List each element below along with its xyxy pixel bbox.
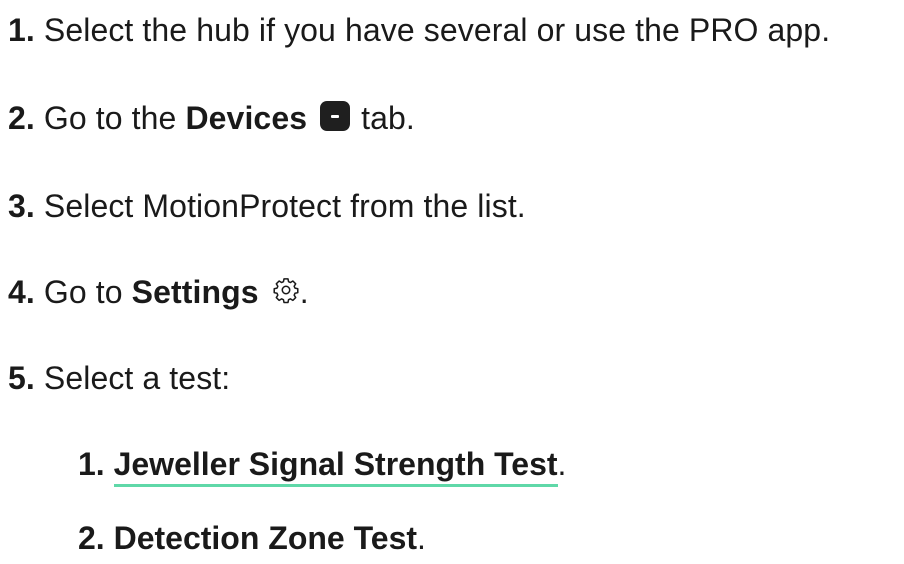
settings-label: Settings: [131, 274, 259, 310]
step-text: Select a test:: [43, 360, 231, 396]
step-number: 3.: [8, 188, 35, 224]
jeweller-signal-strength-test-link[interactable]: Jeweller Signal Strength Test: [113, 446, 558, 487]
step-text: Go to the: [43, 100, 177, 136]
step-text-end: .: [299, 274, 309, 310]
step-number: 2.: [8, 100, 35, 136]
step-text-end: tab.: [361, 100, 415, 136]
step-4: 4. Go to Settings .: [8, 272, 309, 312]
devices-tab-icon: [320, 101, 351, 131]
detection-zone-test-link[interactable]: Detection Zone Test: [114, 520, 417, 556]
step-number: 1.: [8, 12, 35, 48]
test-item-jeweller: 1. Jeweller Signal Strength Test.: [78, 444, 567, 487]
step-number: 5.: [8, 360, 35, 396]
test-number: 1.: [78, 446, 105, 482]
step-5: 5. Select a test:: [8, 358, 230, 398]
step-text: Select MotionProtect from the list.: [43, 188, 526, 224]
test-number: 2.: [78, 520, 105, 556]
step-text: Select the hub if you have several or us…: [43, 12, 831, 48]
step-text: Go to: [43, 274, 123, 310]
step-2: 2. Go to the Devices tab.: [8, 98, 415, 138]
test-item-end: .: [417, 520, 426, 556]
test-item-end: .: [557, 446, 567, 482]
step-1: 1. Select the hub if you have several or…: [8, 10, 830, 50]
step-number: 4.: [8, 274, 35, 310]
devices-label: Devices: [185, 100, 308, 136]
test-item-detection-zone: 2. Detection Zone Test.: [78, 518, 426, 558]
step-3: 3. Select MotionProtect from the list.: [8, 186, 526, 226]
gear-icon: [273, 278, 299, 304]
